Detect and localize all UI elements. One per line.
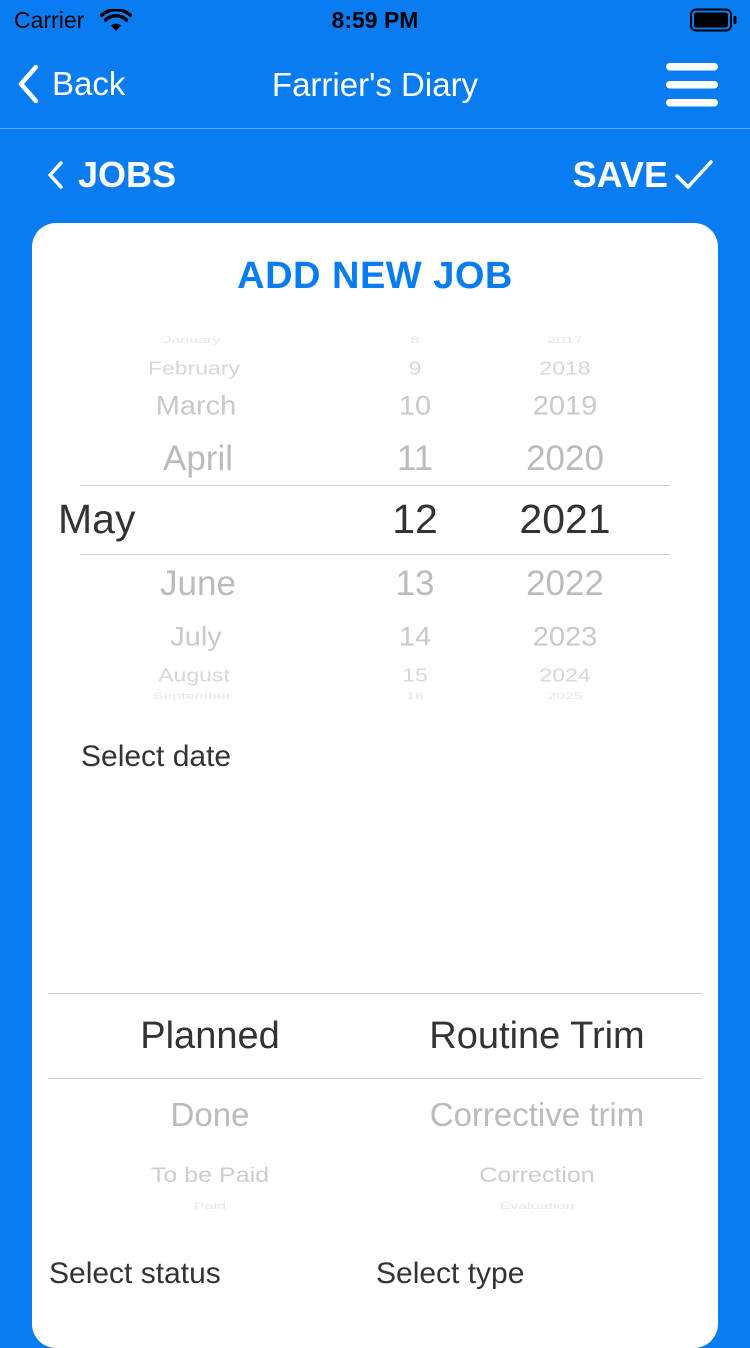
status-option[interactable]: Done — [39, 1095, 381, 1135]
year-option[interactable]: 2018 — [415, 358, 715, 380]
menu-button[interactable] — [666, 62, 718, 113]
select-status-label: Select status — [49, 1257, 221, 1290]
status-type-selection-bottom — [48, 1078, 702, 1079]
year-option[interactable]: 2020 — [415, 438, 715, 480]
toolbar: JOBS SAVE — [0, 128, 750, 223]
status-time: 8:59 PM — [331, 7, 419, 33]
checkmark-icon — [675, 160, 713, 189]
type-option[interactable]: Routine Trim — [366, 1014, 708, 1060]
save-button[interactable]: SAVE — [573, 154, 714, 196]
battery-icon — [690, 8, 738, 37]
save-label: SAVE — [572, 154, 668, 195]
select-date-label: Select date — [81, 740, 232, 773]
date-picker-selection-bottom — [80, 554, 670, 555]
date-picker-selection-top — [80, 485, 670, 486]
status-option[interactable]: To be Paid — [39, 1162, 381, 1188]
year-option[interactable]: 2024 — [415, 665, 715, 687]
app-title: Farrier's Diary — [271, 66, 479, 103]
type-option[interactable]: Corrective trim — [366, 1095, 708, 1135]
add-job-card: ADD NEW JOB January February March April May… — [32, 223, 718, 1348]
jobs-back-button[interactable]: JOBS — [46, 154, 176, 196]
year-option[interactable]: 2023 — [415, 621, 715, 653]
year-option[interactable]: 2025 — [415, 692, 715, 703]
hamburger-menu-icon — [666, 63, 718, 107]
status-bar: Carrier 8:59 PM — [0, 0, 750, 40]
status-picker[interactable]: Planned Done To be Paid Paid — [32, 993, 375, 1211]
type-picker[interactable]: Routine Trim Corrective trim Correction Eva… — [375, 993, 718, 1211]
year-option[interactable]: 2022 — [415, 563, 715, 605]
status-option[interactable]: Planned — [39, 1014, 381, 1060]
year-option[interactable]: 2021 — [415, 495, 715, 544]
type-option[interactable]: Correction — [366, 1162, 708, 1188]
month-option[interactable]: May — [58, 495, 135, 544]
status-type-selection-top — [48, 993, 702, 994]
date-picker[interactable]: January February March April May June July Augu… — [32, 333, 718, 702]
chevron-left-icon — [48, 161, 63, 189]
year-option[interactable]: 2017 — [415, 336, 715, 347]
status-option[interactable]: Paid — [39, 1202, 381, 1213]
type-option[interactable]: Evaluation — [366, 1202, 708, 1213]
card-title: ADD NEW JOB — [237, 255, 513, 297]
select-type-label: Select type — [376, 1257, 525, 1290]
jobs-label: JOBS — [78, 154, 177, 195]
year-option[interactable]: 2019 — [415, 390, 715, 422]
navigation-bar: Back Farrier's Diary — [0, 44, 750, 129]
